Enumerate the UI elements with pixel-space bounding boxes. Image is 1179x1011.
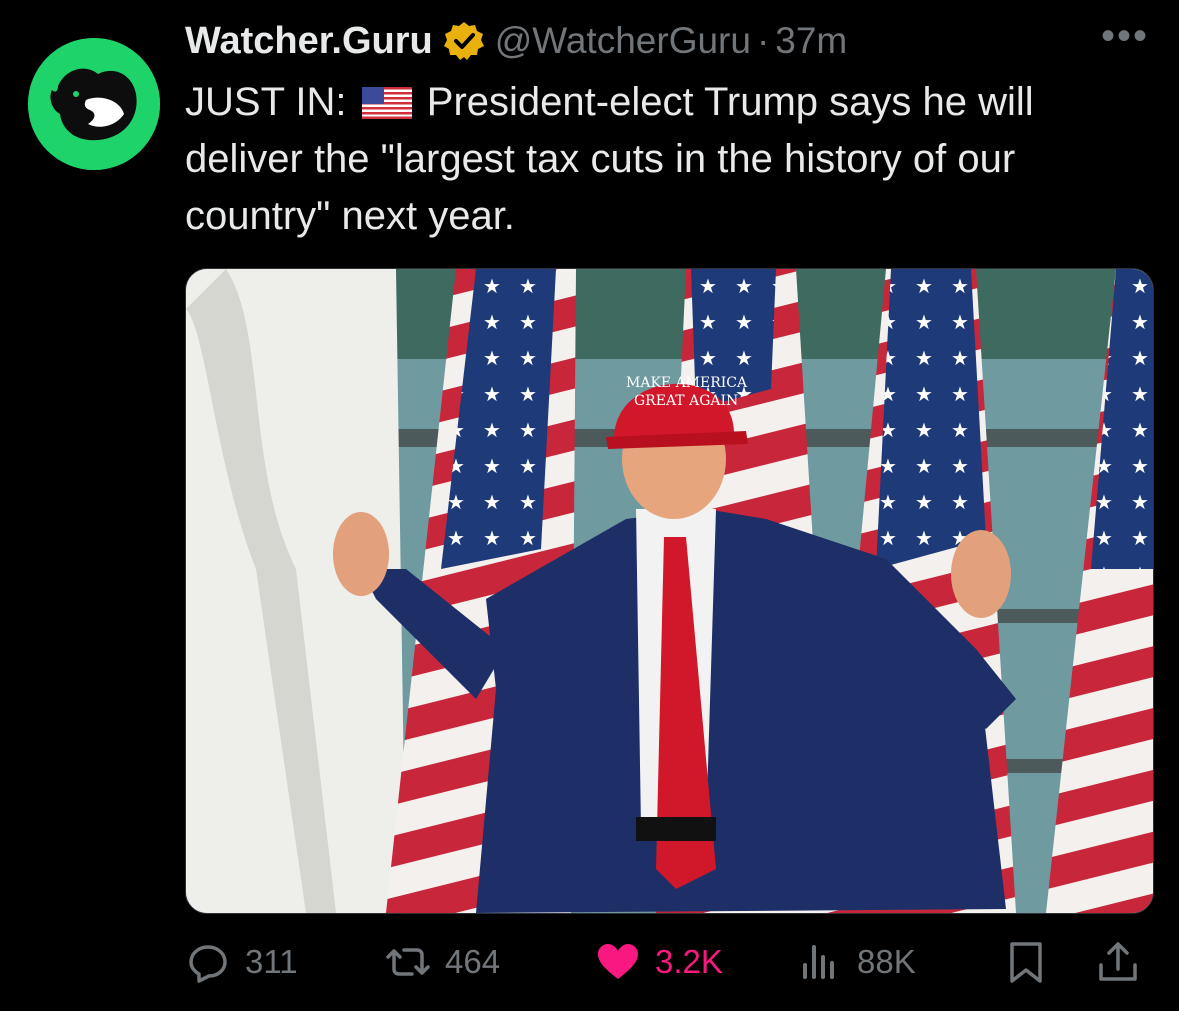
tweet-timestamp[interactable]: 37m (775, 20, 847, 62)
views-button[interactable]: 88K (797, 930, 916, 994)
author-avatar[interactable] (28, 38, 160, 170)
views-count: 88K (857, 943, 916, 980)
repost-count: 464 (445, 943, 501, 980)
author-name[interactable]: Watcher.Guru (185, 20, 433, 63)
bookmark-button[interactable] (1003, 930, 1063, 994)
repost-icon (386, 948, 430, 976)
tweet-media-photo[interactable]: ★ MAKE AMERICA (185, 268, 1154, 914)
like-button[interactable]: 3.2K (595, 930, 723, 994)
like-count: 3.2K (655, 943, 723, 980)
bookmark-icon (1010, 942, 1042, 983)
reply-count: 311 (245, 943, 298, 980)
views-icon (803, 945, 834, 979)
reply-button[interactable]: 311 (185, 930, 298, 994)
share-icon (1099, 942, 1137, 981)
tweet-actions-bar: 311 464 3.2K 88K (185, 930, 1152, 994)
us-flag-emoji (361, 78, 412, 119)
more-options-icon[interactable]: ••• (1101, 14, 1149, 59)
cap-text-line1: MAKE AMERICA (626, 375, 748, 391)
repost-button[interactable]: 464 (385, 930, 500, 994)
tweet-header: Watcher.Guru @WatcherGuru · 37m (185, 16, 847, 66)
cap-text-line2: GREAT AGAIN (634, 393, 738, 409)
tweet-text-prefix: JUST IN: (185, 80, 347, 124)
verified-badge-icon[interactable] (443, 20, 485, 62)
tweet-text: JUST IN: President-elect Trump says he w… (185, 74, 1155, 245)
share-button[interactable] (1095, 930, 1155, 994)
header-separator: · (756, 20, 770, 61)
author-handle[interactable]: @WatcherGuru (495, 20, 751, 62)
reply-icon (189, 945, 227, 983)
heart-icon (598, 944, 638, 979)
whale-logo-icon (28, 38, 160, 170)
